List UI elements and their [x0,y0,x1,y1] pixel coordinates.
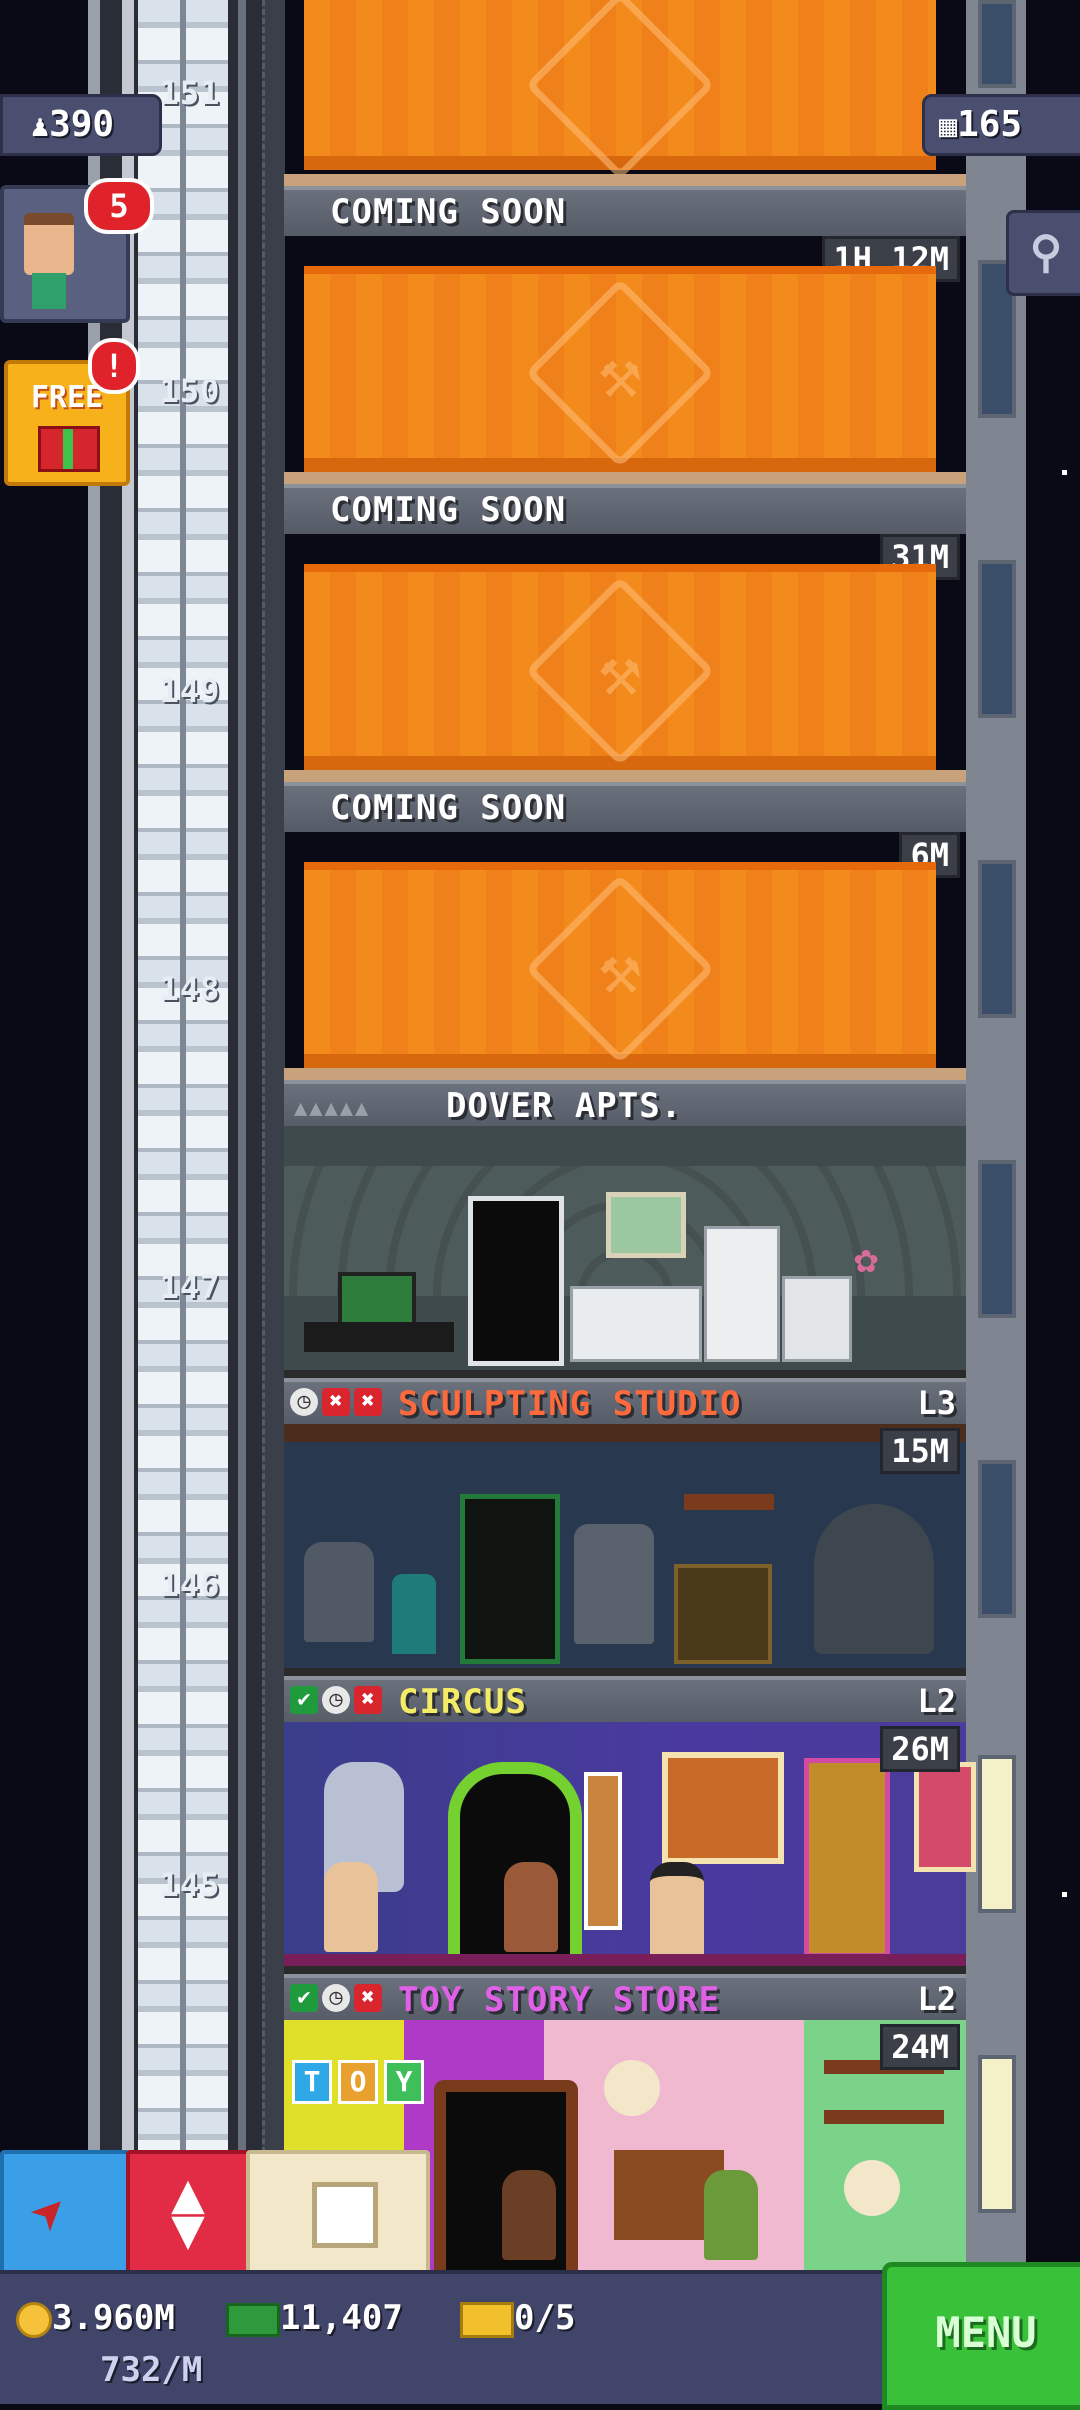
floor-number: 145 [159,1866,221,1904]
clock-icon: ◷ [322,1984,350,2012]
sim-character [502,2170,556,2260]
construction-worker-icon: ⚒ [598,332,642,414]
floor-level: L3 [917,1384,956,1422]
x-icon: ✖ [322,1388,350,1416]
elevator-button[interactable]: ▲ ▼ [126,2150,250,2276]
box-icon [312,2182,378,2248]
x-icon: ✖ [354,1984,382,2012]
stove [782,1276,852,1362]
sim-character [324,1862,378,1952]
floor-construction[interactable]: COMING SOON 31M ⚒ [284,484,966,782]
plant-icon: ✿ [854,1236,879,1282]
wall-decoration [844,2160,900,2216]
wall-shelf [684,1494,774,1510]
construction-worker-icon: ⚒ [598,630,642,712]
floor-number: 149 [159,672,221,710]
large-sculpture [814,1504,934,1654]
star [1062,1892,1067,1897]
shaft-wall [262,0,285,2270]
floor-number: 148 [159,970,221,1008]
gift-icon [38,426,100,472]
sculpture [574,1524,654,1644]
floor-title: COMING SOON [330,192,567,232]
check-icon: ✔ [290,1984,318,2012]
tickets-counter[interactable]: 0/5 [460,2298,575,2338]
clock-icon: ◷ [290,1388,318,1416]
floor-number: 146 [159,1566,221,1604]
floor-construction[interactable]: COMING SOON 6M ⚒ [284,782,966,1080]
shelf [674,1564,772,1664]
kitchen-counter [570,1286,702,1362]
coins-counter[interactable]: 3.960M [16,2298,175,2338]
search-button[interactable]: ⚲ [1006,210,1080,296]
restock-timer: 26M [880,1726,960,1772]
floor-business[interactable]: ✔ ◷ ✖ CIRCUS L2 26M [284,1676,976,1976]
tiger-poster [662,1752,784,1864]
construction-worker-icon: ⚒ [598,928,642,1010]
fridge [704,1226,780,1362]
floor-construction[interactable]: COMING SOON 1H 12M ⚒ [284,186,966,484]
floors-counter[interactable]: ▦165 [922,94,1080,156]
coin-icon [16,2301,52,2338]
rocket-button[interactable]: ➤ [0,2150,130,2276]
door [468,1196,564,1366]
bux-counter[interactable]: 11,407 [226,2298,403,2338]
floor-title: CIRCUS [398,1682,527,1722]
restock-timer: 24M [880,2024,960,2070]
elevator-icon: ▲ ▼ [171,2161,205,2262]
sim-character [704,2170,758,2260]
x-icon: ✖ [354,1686,382,1714]
clock-icon: ◷ [322,1686,350,1714]
ticket-icon [460,2301,514,2338]
floor-title: DOVER APTS. [446,1086,683,1126]
notification-badge: ! [88,338,140,394]
floor-title: TOY STORY STORE [398,1980,721,2020]
visitor-avatar-icon [24,213,74,275]
floor-level: L2 [917,1980,956,2018]
toy-sign: T O Y [292,2060,424,2104]
menu-button[interactable]: MENU [882,2262,1080,2410]
picture-frame [606,1192,686,1258]
floor-title: COMING SOON [330,788,567,828]
coins-rate: 732/M [100,2350,203,2390]
sim-character [392,1574,436,1654]
floor-level: L2 [917,1682,956,1720]
rocket-icon: ➤ [14,2175,90,2251]
floor-construction[interactable] [284,0,966,186]
floor-title: SCULPTING STUDIO [398,1384,742,1424]
floor-residential[interactable]: ▲▲▲▲▲ DOVER APTS. ✿ [284,1080,966,1378]
resident-slots: ▲▲▲▲▲ [294,1096,371,1121]
floor-number: 150 [159,372,221,410]
x-icon: ✖ [354,1388,382,1416]
sculpture [304,1542,374,1642]
population-counter[interactable]: ♟390 [0,94,162,156]
inventory-button[interactable] [246,2150,430,2276]
floor-title: COMING SOON [330,490,567,530]
check-icon: ✔ [290,1686,318,1714]
notification-badge: 5 [84,178,154,234]
door [460,1494,560,1664]
clown-poster [914,1762,976,1872]
floor-business[interactable]: ◷ ✖ ✖ SCULPTING STUDIO L3 15M [284,1378,966,1676]
tv-stand [304,1322,454,1352]
fortune-machine [804,1758,890,1958]
bux-icon [226,2302,280,2337]
sim-character [504,1862,558,1952]
tv [338,1272,416,1326]
wall-decoration [604,2060,660,2116]
star [1062,470,1067,475]
wall-shelf [824,2110,944,2124]
search-icon: ⚲ [1029,227,1063,278]
person-icon: ♟ [31,109,50,144]
sim-character [650,1862,704,1966]
floor-number: 147 [159,1268,221,1306]
striped-banner [584,1772,622,1930]
restock-timer: 15M [880,1428,960,1474]
tower-right-wall [966,0,1026,2270]
floor-number: 151 [159,74,221,112]
building-icon: ▦ [939,109,958,144]
